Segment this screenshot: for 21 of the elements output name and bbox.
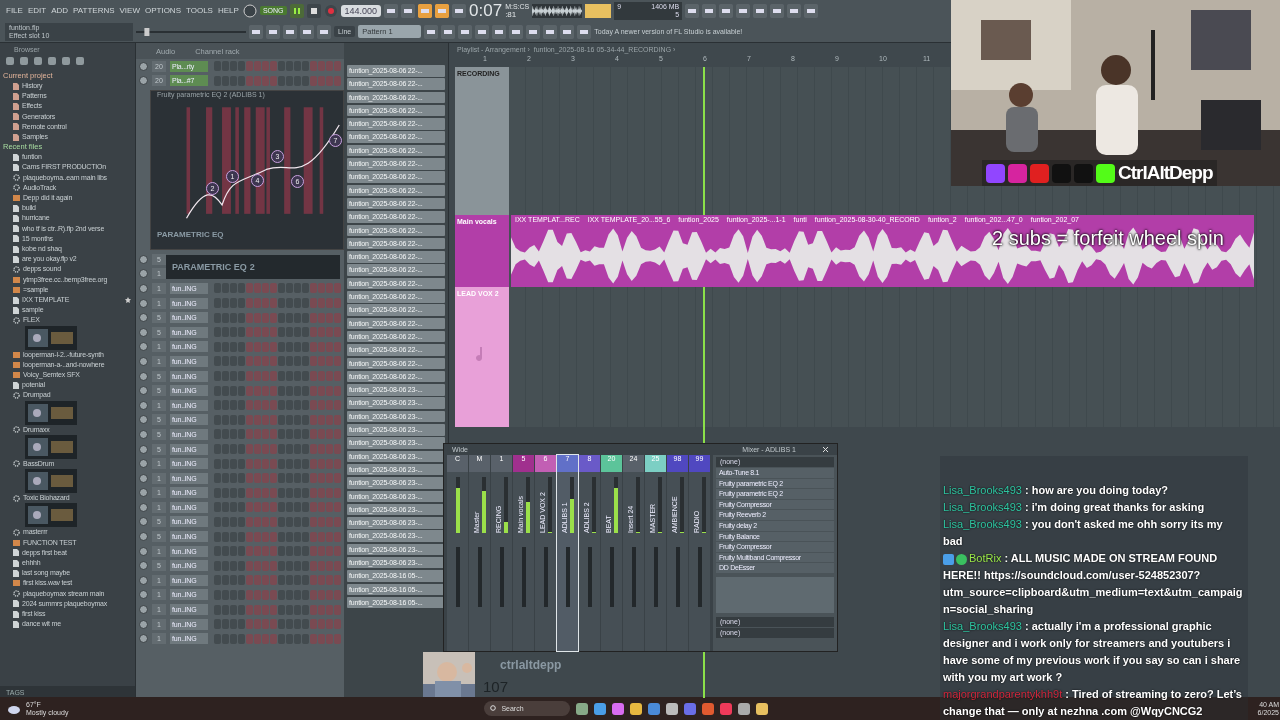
tempo-display[interactable]: 144.000 bbox=[340, 4, 382, 17]
menu-item[interactable]: TOOLS bbox=[185, 6, 214, 15]
plugin-brand: PARAMETRIC EQ bbox=[156, 230, 225, 242]
menu-item[interactable]: PATTERNS bbox=[72, 6, 116, 15]
menu-item[interactable]: HELP bbox=[216, 6, 240, 15]
time-fraction: :81 bbox=[505, 10, 518, 19]
chat-message: Lisa_Brooks493 : you don't asked me ohh sorry its my bad bbox=[942, 517, 1224, 549]
menu-item[interactable]: ADD bbox=[50, 6, 70, 15]
chat-message: Lisa_Brooks493 : how are you doing today? bbox=[942, 483, 1169, 498]
menu-item[interactable]: EDIT bbox=[26, 6, 48, 15]
menu-item[interactable]: VIEW bbox=[118, 6, 141, 15]
chat-message: majorgrandparentykhh9t : Tired of streaming to zero? Let’s change that — only at nezhna .com @WqyCNCG2 bbox=[942, 687, 1243, 719]
channel-handle: CtrlAltDepp bbox=[1118, 162, 1213, 184]
chat-message: Lisa_Brooks493 : i'm doing great thanks for asking bbox=[942, 500, 1206, 515]
plugin-brand: PARAMETRIC EQ bbox=[172, 261, 247, 272]
menu-item[interactable]: OPTIONS bbox=[143, 6, 182, 15]
watermark-handle: ctrlaltdepp bbox=[500, 658, 562, 672]
menu-item[interactable]: FILE bbox=[5, 6, 24, 15]
plugin-version: 2 bbox=[249, 261, 255, 272]
time-display: 0:07 bbox=[469, 2, 503, 19]
chat-message: Lisa_Brooks493 : actually i'm a professional graphic designer and i work only for streamers and youtubers i have some of my previous work if you say so can i share with you my art work ? bbox=[942, 619, 1242, 685]
